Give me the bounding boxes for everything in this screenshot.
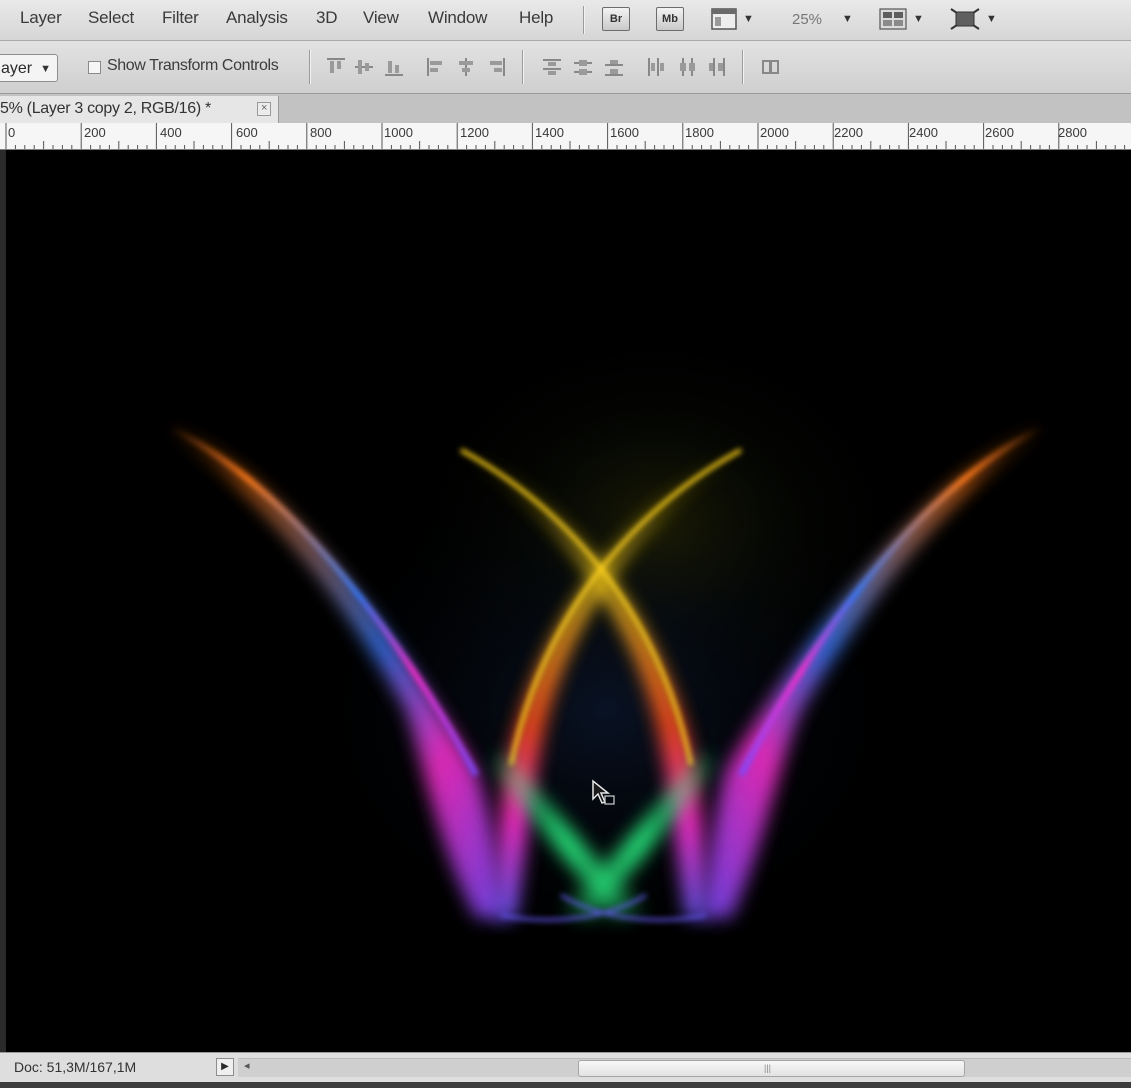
status-bar: Doc: 51,3M/167,1M ▶ ◂ |||	[0, 1052, 1131, 1083]
align-bottom-edges-icon[interactable]	[383, 56, 405, 78]
menu-select[interactable]: Select	[88, 8, 134, 28]
auto-select-value: ayer	[1, 60, 33, 77]
document-tab-strip: 5% (Layer 3 copy 2, RGB/16) * ×	[0, 94, 1131, 123]
scroll-left-icon[interactable]: ◂	[244, 1059, 250, 1072]
menu-analysis[interactable]: Analysis	[226, 8, 288, 28]
window-bottom-edge	[0, 1082, 1131, 1088]
separator	[742, 50, 744, 84]
separator	[583, 6, 585, 34]
zoom-level-dropdown[interactable]: 25% ▼	[792, 5, 853, 33]
arrange-documents-button[interactable]: ▼	[879, 5, 924, 33]
screen-mode-icon	[950, 8, 980, 30]
launch-minibridge-button[interactable]: Mb	[656, 5, 684, 33]
ruler-label: 1600	[610, 125, 639, 140]
scroll-thumb[interactable]: |||	[578, 1060, 965, 1077]
separator	[522, 50, 524, 84]
menu-window[interactable]: Window	[428, 8, 487, 28]
menu-3d[interactable]: 3D	[316, 8, 338, 28]
ruler-label: 1800	[685, 125, 714, 140]
status-menu-button[interactable]: ▶	[216, 1058, 234, 1076]
show-transform-controls-label: Show Transform Controls	[107, 57, 279, 74]
align-vertical-centers-icon[interactable]	[353, 56, 375, 78]
show-transform-controls-checkbox[interactable]	[88, 61, 101, 74]
grip-icon: |||	[764, 1063, 772, 1073]
align-top-edges-icon[interactable]	[325, 56, 347, 78]
light-ribbons-artwork	[156, 320, 1056, 970]
document-tab[interactable]: 5% (Layer 3 copy 2, RGB/16) * ×	[0, 96, 279, 123]
zoom-level: 25%	[792, 10, 823, 28]
document-size: Doc: 51,3M/167,1M	[14, 1059, 137, 1075]
distribute-right-edges-icon[interactable]	[705, 56, 727, 78]
separator	[309, 50, 311, 84]
launch-bridge-button[interactable]: Br	[602, 5, 630, 33]
menu-layer[interactable]: Layer	[20, 8, 62, 28]
view-extras-icon	[711, 8, 737, 30]
chevron-down-icon: ▼	[743, 13, 754, 25]
distribute-horizontal-centers-icon[interactable]	[676, 56, 698, 78]
distribute-left-edges-icon[interactable]	[645, 56, 667, 78]
ruler-label: 2600	[985, 125, 1014, 140]
document-tab-title: 5% (Layer 3 copy 2, RGB/16) *	[0, 100, 211, 117]
distribute-vertical-centers-icon[interactable]	[572, 56, 594, 78]
menu-filter[interactable]: Filter	[162, 8, 199, 28]
chevron-down-icon: ▼	[913, 13, 924, 25]
menu-bar: Layer Select Filter Analysis 3D View Win…	[0, 0, 1131, 41]
move-cursor-icon	[592, 779, 615, 805]
ruler-label: 800	[310, 125, 332, 140]
ruler-label: 1400	[535, 125, 564, 140]
ruler-label: 0	[8, 125, 16, 140]
ruler-label: 1000	[384, 125, 413, 140]
minibridge-icon: Mb	[656, 7, 684, 31]
document-canvas[interactable]	[6, 150, 1131, 1052]
view-extras-button[interactable]: ▼	[711, 5, 754, 33]
distribute-bottom-edges-icon[interactable]	[603, 56, 625, 78]
ruler-label: 2200	[834, 125, 863, 140]
screen-mode-button[interactable]: ▼	[950, 5, 997, 33]
auto-align-layers-icon[interactable]	[760, 56, 782, 78]
align-right-edges-icon[interactable]	[485, 56, 507, 78]
chevron-down-icon: ▼	[40, 63, 51, 75]
horizontal-scrollbar[interactable]: ◂ |||	[238, 1058, 1131, 1077]
ruler-label: 400	[160, 125, 182, 140]
bridge-icon: Br	[602, 7, 630, 31]
menu-help[interactable]: Help	[519, 8, 553, 28]
close-icon[interactable]: ×	[257, 102, 271, 116]
ruler-label: 200	[84, 125, 106, 140]
horizontal-ruler[interactable]: 0 200 400 600 800 1000 1200 1400 1600 18…	[0, 123, 1131, 150]
ruler-label: 1200	[460, 125, 489, 140]
ruler-label: 2800	[1058, 125, 1087, 140]
ruler-label: 600	[236, 125, 258, 140]
distribute-top-edges-icon[interactable]	[541, 56, 563, 78]
ruler-label: 2400	[909, 125, 938, 140]
auto-select-dropdown[interactable]: ayer ▼	[0, 54, 58, 82]
ruler-label: 2000	[760, 125, 789, 140]
align-horizontal-centers-icon[interactable]	[455, 56, 477, 78]
menu-view[interactable]: View	[363, 8, 399, 28]
canvas-area	[0, 150, 1131, 1052]
align-left-edges-icon[interactable]	[425, 56, 447, 78]
chevron-down-icon: ▼	[842, 13, 853, 25]
chevron-down-icon: ▼	[986, 13, 997, 25]
arrange-documents-icon	[879, 8, 907, 30]
